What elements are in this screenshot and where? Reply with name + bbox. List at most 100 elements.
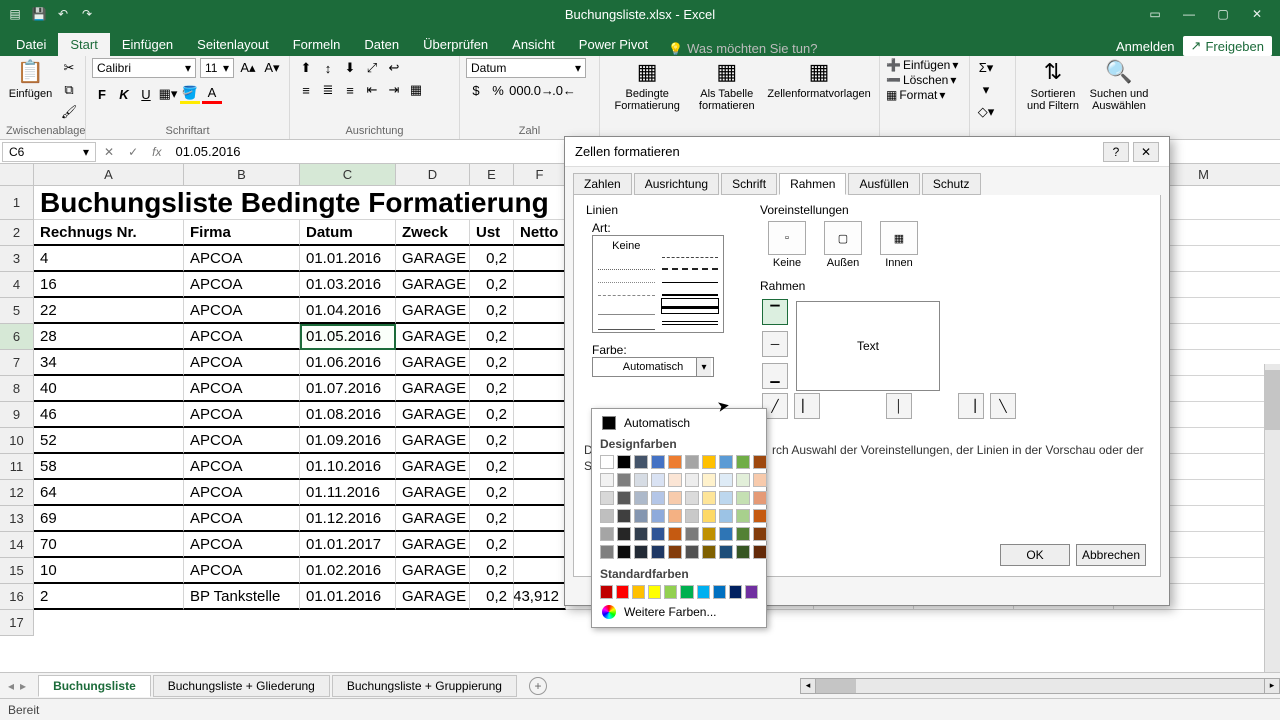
border-diag-down-button[interactable]: ╲ (990, 393, 1016, 419)
sheet-nav-prev[interactable]: ◂ (8, 679, 14, 693)
ribbon-tab-seitenlayout[interactable]: Seitenlayout (185, 33, 281, 56)
border-middle-v-button[interactable]: │ (886, 393, 912, 419)
ribbon-tab-datei[interactable]: Datei (4, 33, 58, 56)
grid-cell[interactable]: APCOA (184, 402, 300, 428)
dialog-tab-rahmen[interactable]: Rahmen (779, 173, 846, 195)
grid-cell[interactable]: 01.11.2016 (300, 480, 396, 506)
row-header[interactable]: 1 (0, 186, 34, 220)
color-swatch[interactable] (702, 527, 716, 541)
row-header[interactable]: 11 (0, 454, 34, 480)
ribbon-tab-überprüfen[interactable]: Überprüfen (411, 33, 500, 56)
dialog-tab-schrift[interactable]: Schrift (721, 173, 777, 195)
grid-cell[interactable]: 10 (34, 558, 184, 584)
preset-innen[interactable]: ▦Innen (880, 221, 918, 269)
grid-cell[interactable] (514, 558, 566, 584)
color-swatch[interactable] (753, 455, 767, 469)
color-swatch[interactable] (634, 509, 648, 523)
grid-cell[interactable]: GARAGE (396, 584, 470, 610)
grid-cell[interactable]: GARAGE (396, 402, 470, 428)
grid-cell[interactable]: BP Tankstelle (184, 584, 300, 610)
grid-cell[interactable]: 58 (34, 454, 184, 480)
color-swatch[interactable] (616, 585, 629, 599)
grid-cell[interactable]: 01.06.2016 (300, 350, 396, 376)
color-swatch[interactable] (729, 585, 742, 599)
color-swatch[interactable] (719, 545, 733, 559)
color-auto-option[interactable]: Automatisch (598, 413, 760, 433)
grid-cell[interactable]: 2 (34, 584, 184, 610)
sheet-tab[interactable]: Buchungsliste + Gliederung (153, 675, 330, 697)
color-swatch[interactable] (600, 585, 613, 599)
orientation-button[interactable]: ⤢ (362, 58, 382, 78)
grid-cell[interactable]: 43,912 (514, 584, 566, 610)
font-name-combo[interactable]: Calibri▾ (92, 58, 196, 78)
row-header[interactable]: 15 (0, 558, 34, 584)
header-cell[interactable]: Firma (184, 220, 300, 246)
grid-cell[interactable]: 69 (34, 506, 184, 532)
fill-color-button[interactable]: 🪣 (180, 84, 200, 104)
row-header[interactable]: 6 (0, 324, 34, 350)
grid-cell[interactable]: 01.09.2016 (300, 428, 396, 454)
grid-cell[interactable]: GARAGE (396, 454, 470, 480)
grid-cell[interactable] (514, 298, 566, 324)
grid-cell[interactable] (514, 272, 566, 298)
header-cell[interactable]: Netto (514, 220, 566, 246)
dialog-tab-zahlen[interactable]: Zahlen (573, 173, 632, 195)
grid-cell[interactable]: 0,2 (470, 324, 514, 350)
color-swatch[interactable] (680, 585, 693, 599)
border-top-button[interactable]: ▔ (762, 299, 788, 325)
dialog-tab-ausrichtung[interactable]: Ausrichtung (634, 173, 719, 195)
preset-keine[interactable]: ▫Keine (768, 221, 806, 269)
color-swatch[interactable] (719, 527, 733, 541)
row-header[interactable]: 5 (0, 298, 34, 324)
header-cell[interactable]: Ust (470, 220, 514, 246)
grid-cell[interactable]: 52 (34, 428, 184, 454)
color-swatch[interactable] (753, 491, 767, 505)
thousand-sep-button[interactable]: 000 (510, 80, 530, 100)
color-swatch[interactable] (719, 455, 733, 469)
grid-cell[interactable]: 16 (34, 272, 184, 298)
color-swatch[interactable] (648, 585, 661, 599)
line-color-combo[interactable]: Automatisch (592, 357, 714, 377)
sheet-tab[interactable]: Buchungsliste + Gruppierung (332, 675, 517, 697)
grid-cell[interactable]: 0,2 (470, 558, 514, 584)
cut-button[interactable]: ✂ (59, 58, 79, 78)
color-swatch[interactable] (668, 509, 682, 523)
color-swatch[interactable] (651, 473, 665, 487)
color-swatch[interactable] (668, 527, 682, 541)
grid-cell[interactable]: 01.04.2016 (300, 298, 396, 324)
color-swatch[interactable] (600, 455, 614, 469)
align-left-button[interactable]: ≡ (296, 80, 316, 100)
color-swatch[interactable] (668, 491, 682, 505)
align-right-button[interactable]: ≡ (340, 80, 360, 100)
grid-cell[interactable]: GARAGE (396, 428, 470, 454)
grid-cell[interactable]: 0,2 (470, 298, 514, 324)
percent-format-button[interactable]: % (488, 80, 508, 100)
name-box[interactable]: C6▾ (2, 142, 96, 162)
color-swatch[interactable] (617, 473, 631, 487)
grid-cell[interactable]: 01.08.2016 (300, 402, 396, 428)
line-style-picker[interactable]: Keine (592, 235, 724, 333)
grid-cell[interactable] (514, 324, 566, 350)
grid-cell[interactable]: 22 (34, 298, 184, 324)
color-swatch[interactable] (634, 473, 648, 487)
color-swatch[interactable] (651, 455, 665, 469)
color-swatch[interactable] (634, 527, 648, 541)
grid-cell[interactable]: GARAGE (396, 506, 470, 532)
decrease-font-button[interactable]: A▾ (262, 58, 282, 78)
grid-cell[interactable]: 0,2 (470, 402, 514, 428)
grid-cell[interactable]: 01.02.2016 (300, 558, 396, 584)
grid-cell[interactable] (514, 428, 566, 454)
ok-button[interactable]: OK (1000, 544, 1070, 566)
grid-cell[interactable] (514, 350, 566, 376)
borders-button[interactable]: ▦▾ (158, 84, 178, 104)
grid-cell[interactable]: 0,2 (470, 246, 514, 272)
sign-in-link[interactable]: Anmelden (1116, 39, 1175, 54)
add-sheet-button[interactable]: + (529, 677, 547, 695)
accounting-format-button[interactable]: $ (466, 80, 486, 100)
color-swatch[interactable] (600, 473, 614, 487)
color-swatch[interactable] (632, 585, 645, 599)
color-swatch[interactable] (651, 509, 665, 523)
cancel-formula-icon[interactable]: ✕ (104, 145, 114, 159)
conditional-formatting-button[interactable]: ▦ Bedingte Formatierung (606, 58, 688, 112)
color-swatch[interactable] (713, 585, 726, 599)
